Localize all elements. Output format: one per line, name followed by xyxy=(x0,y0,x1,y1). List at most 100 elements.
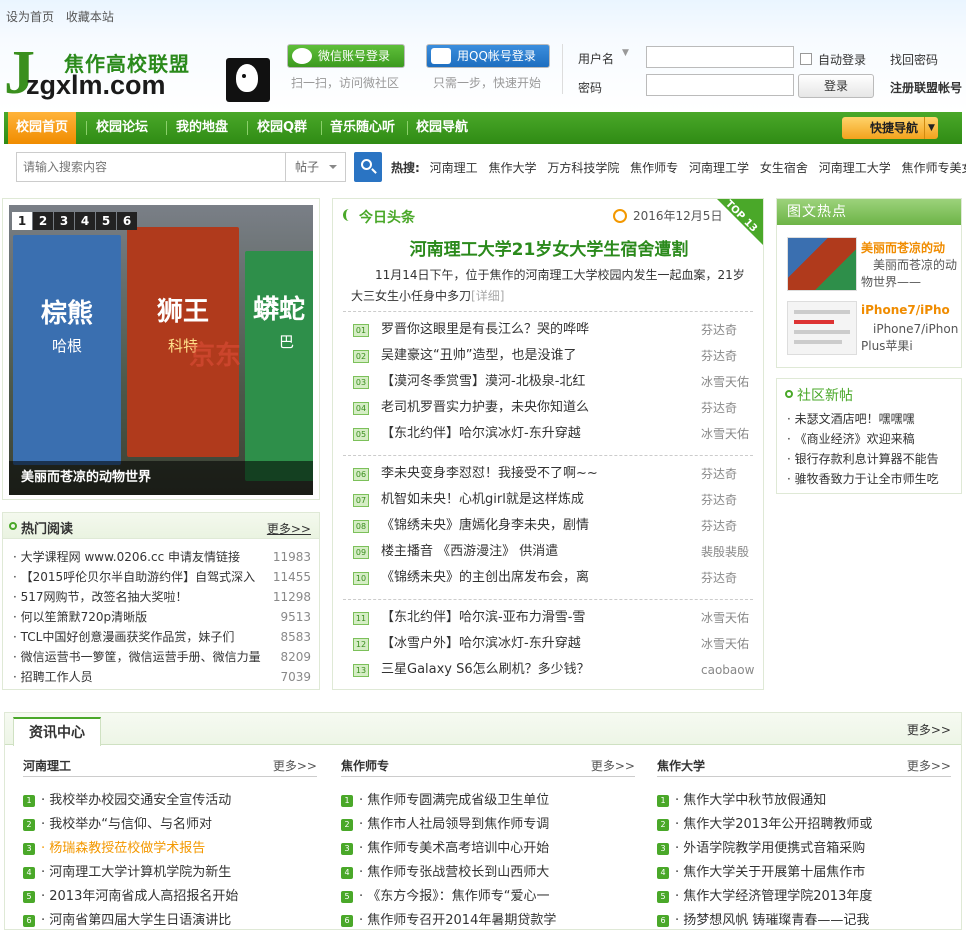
slide-page-button[interactable]: 6 xyxy=(117,212,137,230)
more-link[interactable]: 更多>> xyxy=(267,520,311,537)
news-author[interactable]: 冰雪天佑 xyxy=(701,631,749,657)
site-logo[interactable]: J 焦作高校联盟 zgxlm.com xyxy=(4,42,270,104)
news-link[interactable]: 老司机罗晋实力护妻，未央你知道么 xyxy=(381,395,681,421)
chevron-down-icon[interactable]: ▼ xyxy=(622,48,629,58)
news-link[interactable]: 李未央变身李怼怼！我接受不了啊~~ xyxy=(381,461,681,487)
list-item[interactable]: · 《商业经济》欢迎来稿 xyxy=(787,429,939,449)
item-link[interactable]: · 焦作师专张战营校长到山西师大 xyxy=(359,861,629,885)
news-author[interactable]: 芬达奇 xyxy=(701,395,737,421)
news-author[interactable]: 芬达奇 xyxy=(701,487,737,513)
item-link[interactable]: · 焦作师专圆满完成省级卫生单位 xyxy=(359,789,629,813)
slide-page-button[interactable]: 3 xyxy=(54,212,74,230)
news-link[interactable]: 《锦绣未央》唐嫣化身李未央，剧情 xyxy=(381,513,681,539)
news-link[interactable]: 吴建豪这“丑帅”造型，也是没谁了 xyxy=(381,343,681,369)
item-link[interactable]: · 杨瑞森教授莅校做学术报告 xyxy=(41,837,311,861)
item-link[interactable]: · 我校举办“与信仰、与名师对 xyxy=(41,813,311,837)
item-link[interactable]: · 扬梦想风帆 铸璀璨青春——记我 xyxy=(675,909,945,933)
item-link[interactable]: · 我校举办校园交通安全宣传活动 xyxy=(41,789,311,813)
nav-item-qq-group[interactable]: 校园Q群 xyxy=(249,112,315,144)
column-title[interactable]: 焦作师专 xyxy=(341,757,389,774)
news-link[interactable]: 《锦绣未央》的主创出席发布会，离 xyxy=(381,565,681,591)
slide-page-button[interactable]: 4 xyxy=(75,212,95,230)
item-link[interactable]: · 焦作大学中秋节放假通知 xyxy=(675,789,945,813)
image-slider[interactable]: 棕熊 哈根 狮王 科特 蟒蛇 巴 京东 美丽而苍凉的动物世界 xyxy=(2,198,320,500)
wechat-login-button[interactable]: 微信账号登录 xyxy=(287,44,405,68)
news-author[interactable]: 芬达奇 xyxy=(701,513,737,539)
nav-item-music[interactable]: 音乐随心听 xyxy=(322,112,403,144)
item-link[interactable]: · 河南理工大学计算机学院为新生 xyxy=(41,861,311,885)
item-link[interactable]: · 2013年河南省成人高招报名开始 xyxy=(41,885,311,909)
thumbnail[interactable] xyxy=(787,301,857,355)
nav-item-campus-guide[interactable]: 校园导航 xyxy=(408,112,476,144)
qq-login-button[interactable]: 用QQ帐号登录 xyxy=(426,44,550,68)
news-link[interactable]: 楼主播音 《西游漫注》 供消遣 xyxy=(381,539,681,565)
news-link[interactable]: 【冰雪户外】哈尔滨冰灯-东升穿越 xyxy=(381,631,681,657)
quick-nav-button[interactable]: 快捷导航 ▼ xyxy=(842,117,938,139)
list-item[interactable]: · 未瑟文酒店吧！嘿嘿嘿 xyxy=(787,409,939,429)
news-author[interactable]: caobaow xyxy=(701,657,754,683)
news-author[interactable]: 冰雪天佑 xyxy=(701,605,749,631)
search-scope-select[interactable]: 帖子 xyxy=(285,153,345,181)
news-author[interactable]: 裴殷裴殷 xyxy=(701,539,749,565)
register-link[interactable]: 注册联盟帐号 xyxy=(890,79,962,96)
news-author[interactable]: 芬达奇 xyxy=(701,461,737,487)
item-link[interactable]: · 河南省第四届大学生日语演讲比 xyxy=(41,909,311,933)
item-link[interactable]: · TCL中国好创意漫画获奖作品赏，妹子们 xyxy=(13,627,269,647)
item-link[interactable]: · 招聘工作人员 xyxy=(13,667,269,687)
headline-title[interactable]: 河南理工大学21岁女大学生宿舍遭割 xyxy=(333,235,765,260)
news-link[interactable]: 三星Galaxy S6怎么刷机？多少钱？ xyxy=(381,657,681,683)
news-link[interactable]: 罗晋你这眼里是有長江么？哭的哗哗 xyxy=(381,317,681,343)
list-item[interactable]: · 骓牧香致力于让全市师生吃 xyxy=(787,469,939,489)
auto-login-checkbox[interactable] xyxy=(800,53,812,65)
hot-keyword[interactable]: 焦作师专 xyxy=(630,161,678,175)
hot-keyword[interactable]: 河南理工 xyxy=(430,161,478,175)
item-link[interactable]: · 焦作大学经济管理学院2013年度 xyxy=(675,885,945,909)
tab-info-center[interactable]: 资讯中心 xyxy=(13,717,101,746)
column-title[interactable]: 焦作大学 xyxy=(657,757,705,774)
news-link[interactable]: 【东北约伴】哈尔滨-亚布力滑雪-雪 xyxy=(381,605,681,631)
list-item[interactable]: · 银行存款利息计算器不能告 xyxy=(787,449,939,469)
item-link[interactable]: · 微信运营书一箩筐，微信运营手册、微信力量 xyxy=(13,647,269,667)
hot-keyword[interactable]: 女生宿舍 xyxy=(760,161,808,175)
item-link[interactable]: · 外语学院教学用便携式音箱采购 xyxy=(675,837,945,861)
slide-page-button[interactable]: 5 xyxy=(96,212,116,230)
item-link[interactable]: · 何以笙箫默720p清晰版 xyxy=(13,607,269,627)
more-link[interactable]: 更多>> xyxy=(273,757,317,774)
news-author[interactable]: 芬达奇 xyxy=(701,343,737,369)
username-input[interactable] xyxy=(646,46,794,68)
item-link[interactable]: · 焦作大学2013年公开招聘教师或 xyxy=(675,813,945,837)
item-title[interactable]: iPhone7/iPho xyxy=(861,303,961,317)
column-title[interactable]: 河南理工 xyxy=(23,757,71,774)
hot-keyword[interactable]: 焦作大学 xyxy=(488,161,536,175)
item-link[interactable]: · 《东方今报》：焦作师专“爱心一 xyxy=(359,885,629,909)
nav-item-forum[interactable]: 校园论坛 xyxy=(88,112,156,144)
pic-text-item[interactable]: iPhone7/iPho iPhone7/iPhone7 Plus苹果i xyxy=(787,301,959,365)
slide-page-button[interactable]: 2 xyxy=(33,212,53,230)
more-link[interactable]: 更多>> xyxy=(907,721,951,738)
nav-item-home[interactable]: 校园首页 xyxy=(8,112,77,144)
slide-caption[interactable]: 美丽而苍凉的动物世界 xyxy=(9,461,313,495)
news-author[interactable]: 芬达奇 xyxy=(701,317,737,343)
find-password-link[interactable]: 找回密码 xyxy=(890,51,938,68)
search-button[interactable] xyxy=(354,152,382,182)
search-input[interactable] xyxy=(17,153,285,181)
pic-text-item[interactable]: 美丽而苍凉的动 美丽而苍凉的动物世界—— xyxy=(787,237,959,301)
more-link[interactable]: 更多>> xyxy=(907,757,951,774)
more-link[interactable]: 更多>> xyxy=(591,757,635,774)
slide-page-button[interactable]: 1 xyxy=(12,212,32,230)
hot-keyword[interactable]: 河南理工学 xyxy=(689,161,749,175)
item-link[interactable]: · 焦作师专召开2014年暑期贷款学 xyxy=(359,909,629,933)
news-author[interactable]: 冰雪天佑 xyxy=(701,421,749,447)
bookmark-link[interactable]: 收藏本站 xyxy=(66,10,114,24)
news-link[interactable]: 【漠河冬季赏雪】漠河-北极泉-北红 xyxy=(381,369,681,395)
item-title[interactable]: 美丽而苍凉的动 xyxy=(861,239,961,256)
hot-keyword[interactable]: 河南理工大学 xyxy=(819,161,891,175)
item-link[interactable]: · 焦作师专美术高考培训中心开始 xyxy=(359,837,629,861)
set-homepage-link[interactable]: 设为首页 xyxy=(6,10,54,24)
detail-link[interactable]: [详细] xyxy=(471,289,504,303)
news-author[interactable]: 芬达奇 xyxy=(701,565,737,591)
hot-keyword[interactable]: 焦作师专美女 xyxy=(902,161,966,175)
hot-keyword[interactable]: 万方科技学院 xyxy=(547,161,619,175)
login-button[interactable]: 登录 xyxy=(798,74,874,98)
thumbnail[interactable] xyxy=(787,237,857,291)
